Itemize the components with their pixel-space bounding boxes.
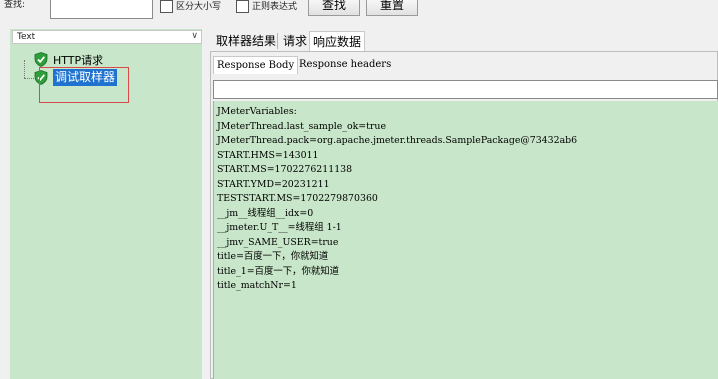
search-button[interactable]: 查找 [308,0,360,16]
renderer-select-value: Text [17,32,36,42]
response-body-text[interactable]: JMeterVariables: JMeterThread.last_sample… [213,101,718,379]
search-input[interactable] [50,0,153,19]
variable-line: __jmeter.U_T__=线程组 1-1 [217,222,342,233]
variable-line: START.YMD=20231211 [217,178,330,190]
subtab-response-body[interactable]: Response Body [213,56,299,74]
renderer-select[interactable]: Text ∨ [12,30,202,44]
variable-line: TESTSTART.MS=1702279870360 [217,193,378,204]
regex-checkbox[interactable] [236,0,249,13]
variable-line: title_1=百度一下，你就知道 [217,265,339,277]
variable-line: JMeterThread.pack=org.apache.jmeter.thre… [217,135,578,146]
tree-connector-line [24,60,25,78]
variable-line: START.HMS=143011 [217,149,319,161]
case-sensitive-label: 区分大小写 [176,2,222,12]
search-label: 查找: [4,0,26,10]
tab-request[interactable]: 请求 [280,31,311,51]
variable-line: START.MS=1702276211138 [217,164,353,175]
tab-divider [277,33,278,49]
tab-sampler-result[interactable]: 取样器结果 [213,31,280,51]
variable-line: title=百度一下，你就知道 [217,251,329,262]
tree-item-label[interactable]: HTTP请求 [53,52,103,68]
variable-line: JMeterThread.last_sample_ok=true [217,120,386,132]
subtab-response-headers[interactable]: Response headers [296,56,394,73]
panel-splitter[interactable] [202,22,210,379]
case-sensitive-checkbox[interactable] [160,0,173,13]
response-search-input[interactable] [213,80,718,99]
reset-button[interactable]: 重置 [366,0,418,16]
tab-response-data[interactable]: 响应数据 [309,31,366,52]
variable-line: JMeterVariables: [217,106,297,117]
variable-line: __jmv_SAME_USER=true [217,236,339,248]
variable-line: __jm__线程组__idx=0 [217,207,314,219]
tree-connector-line [24,78,34,79]
green-shield-check-icon [34,52,48,67]
regex-label: 正则表达式 [252,2,298,12]
chevron-down-icon: ∨ [191,31,198,41]
variable-line: title_matchNr=1 [217,280,297,291]
annotation-highlight-box [39,67,129,103]
variables-list: JMeterVariables: JMeterThread.last_sample… [217,105,577,294]
